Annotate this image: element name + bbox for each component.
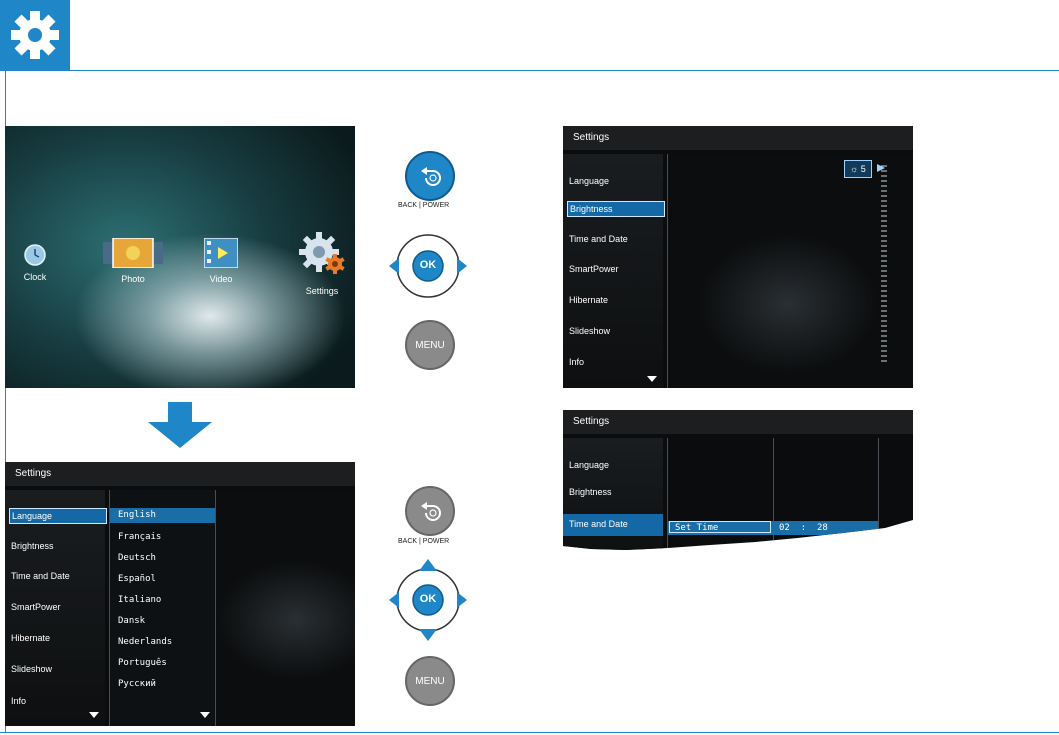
home-item-label: Clock [23, 272, 47, 282]
home-item-settings[interactable]: Settings [293, 230, 351, 296]
footer-divider [0, 732, 1059, 733]
time-value[interactable]: 02 : 28 [779, 521, 828, 535]
menu-button[interactable]: MENU [405, 320, 455, 370]
arrow-right-icon [457, 258, 467, 274]
home-item-video[interactable]: Video [200, 237, 242, 284]
menu-item-hibernate[interactable]: Hibernate [567, 293, 608, 307]
settings-menu: Language Brightness Time and Date SmartP… [5, 490, 107, 726]
back-power-button[interactable] [405, 486, 455, 536]
column-divider [773, 438, 774, 550]
column-divider [878, 438, 879, 550]
column-divider [667, 438, 668, 550]
settings-icon [299, 232, 345, 274]
arrow-left-icon [389, 592, 399, 608]
preview-area [216, 490, 355, 726]
language-option-portuguese[interactable]: Português [118, 656, 167, 671]
language-list: English Français Deutsch Español Italian… [110, 490, 215, 726]
home-item-photo[interactable]: Photo [100, 237, 166, 284]
gear-icon [0, 0, 70, 70]
arrow-down-icon [419, 629, 437, 641]
settings-title: Settings [5, 462, 355, 486]
arrow-right-icon [457, 592, 467, 608]
set-time-option[interactable]: Set Time [669, 521, 771, 533]
language-option-spanish[interactable]: Español [118, 572, 156, 587]
menu-item-slideshow[interactable]: Slideshow [567, 324, 610, 338]
menu-button-label: MENU [415, 339, 445, 351]
menu-item-brightness[interactable]: Brightness [567, 485, 612, 499]
menu-item-smartpower[interactable]: SmartPower [9, 600, 61, 614]
settings-title: Settings [563, 410, 913, 434]
home-item-label: Video [209, 274, 233, 284]
brightness-level-value: 5 [860, 164, 866, 174]
header-divider [0, 70, 1059, 71]
arrow-up-icon [419, 559, 437, 571]
settings-brightness-screen: Settings Language Brightness Time and Da… [563, 126, 913, 388]
language-option-danish[interactable]: Dansk [118, 614, 145, 629]
home-item-clock[interactable]: Clock [15, 244, 55, 282]
scroll-down-icon[interactable] [647, 376, 657, 382]
language-option-german[interactable]: Deutsch [118, 551, 156, 566]
back-power-button[interactable] [405, 151, 455, 201]
minute-value[interactable]: 28 [817, 523, 828, 533]
brightness-preview-area [668, 154, 913, 388]
language-option-english[interactable]: English [118, 508, 156, 523]
menu-button[interactable]: MENU [405, 656, 455, 706]
menu-item-brightness[interactable]: Brightness [9, 539, 54, 553]
menu-item-time-and-date[interactable]: Time and Date [9, 569, 70, 583]
time-separator: : [800, 523, 807, 533]
back-power-label: BACK | POWER [398, 538, 450, 545]
menu-item-language[interactable]: Language [567, 174, 609, 188]
language-option-french[interactable]: Français [118, 530, 161, 545]
scroll-down-icon[interactable] [200, 712, 210, 718]
home-item-label: Settings [305, 286, 339, 296]
photo-icon [103, 237, 163, 269]
menu-item-info[interactable]: Info [9, 694, 26, 708]
settings-menu: Language Brightness Time and Date SmartP… [563, 154, 665, 388]
hour-value[interactable]: 02 [779, 523, 790, 533]
video-icon [203, 237, 239, 269]
language-option-italian[interactable]: Italiano [118, 593, 161, 608]
sun-icon: ☼ [850, 164, 859, 174]
settings-time-screen: Settings Language Brightness Time and Da… [563, 410, 913, 550]
arrow-left-icon [389, 258, 399, 274]
menu-item-slideshow[interactable]: Slideshow [9, 662, 52, 676]
menu-item-time-and-date[interactable]: Time and Date [567, 232, 628, 246]
language-option-dutch[interactable]: Nederlands [118, 635, 172, 650]
home-screen: Clock Photo Video Settings [5, 126, 355, 388]
menu-item-info[interactable]: Info [567, 355, 584, 369]
menu-button-label: MENU [415, 675, 445, 687]
brightness-slider-scale[interactable] [880, 164, 888, 370]
back-power-label: BACK | POWER [398, 202, 450, 209]
settings-menu: Language Brightness Time and Date [563, 438, 663, 550]
ok-button[interactable]: OK [418, 259, 438, 271]
back-icon [421, 502, 441, 521]
clock-icon [24, 244, 46, 266]
ok-button[interactable]: OK [418, 593, 438, 605]
language-option-russian[interactable]: Русский [118, 677, 156, 692]
home-item-label: Photo [121, 274, 145, 284]
scroll-down-icon[interactable] [89, 712, 99, 718]
back-icon [421, 167, 441, 186]
settings-title: Settings [563, 126, 913, 150]
menu-item-time-and-date[interactable]: Time and Date [567, 517, 628, 531]
settings-language-screen: Settings Language Brightness Time and Da… [5, 462, 355, 726]
menu-item-brightness[interactable]: Brightness [567, 201, 665, 217]
menu-item-hibernate[interactable]: Hibernate [9, 631, 50, 645]
menu-item-language[interactable]: Language [9, 508, 107, 524]
arrow-down-icon [148, 402, 212, 448]
brightness-level-indicator: ☼ 5 [844, 160, 872, 178]
menu-item-smartpower[interactable]: SmartPower [567, 262, 619, 276]
menu-item-language[interactable]: Language [567, 458, 609, 472]
